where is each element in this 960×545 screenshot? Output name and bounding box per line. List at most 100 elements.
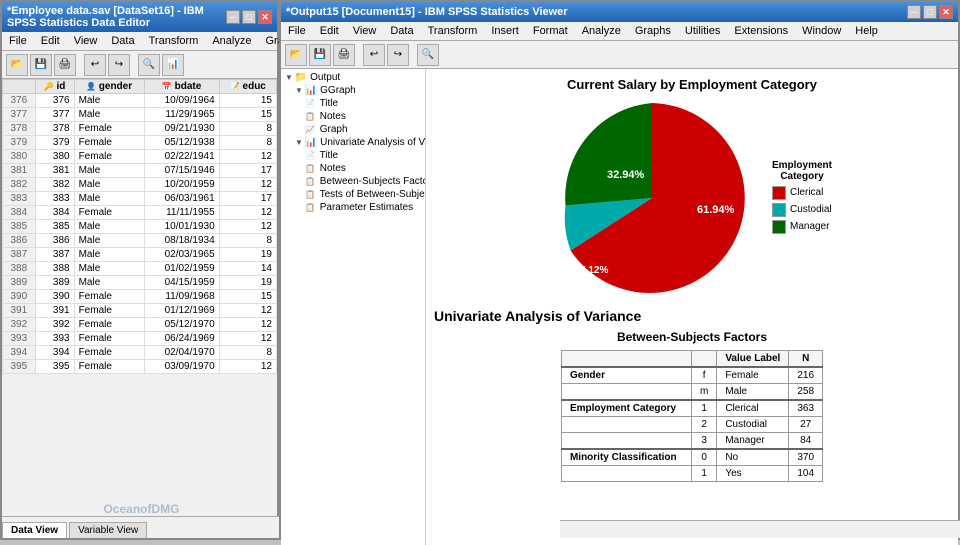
cell-id[interactable]: 381: [35, 164, 74, 178]
cell-educ[interactable]: 8: [219, 346, 276, 360]
cell-educ[interactable]: 14: [219, 262, 276, 276]
out-menu-window[interactable]: Window: [799, 24, 844, 38]
cell-educ[interactable]: 8: [219, 122, 276, 136]
cell-educ[interactable]: 12: [219, 332, 276, 346]
out-menu-transform[interactable]: Transform: [425, 24, 481, 38]
out-menu-format[interactable]: Format: [530, 24, 571, 38]
minimize-button[interactable]: ─: [226, 10, 240, 24]
cell-educ[interactable]: 15: [219, 290, 276, 304]
cell-educ[interactable]: 15: [219, 108, 276, 122]
redo-button[interactable]: ↪: [108, 54, 130, 76]
cell-educ[interactable]: 12: [219, 304, 276, 318]
tree-ggraph-notes[interactable]: 📋 Notes: [283, 110, 423, 123]
print-button[interactable]: 🖨: [54, 54, 76, 76]
col-header-educ[interactable]: 📝 educ: [219, 80, 276, 94]
menu-view[interactable]: View: [71, 34, 101, 48]
cell-bdate[interactable]: 03/09/1970: [144, 360, 219, 374]
cell-bdate[interactable]: 09/21/1930: [144, 122, 219, 136]
cell-id[interactable]: 377: [35, 108, 74, 122]
cell-gender[interactable]: Male: [74, 94, 144, 108]
tab-data-view[interactable]: Data View: [2, 522, 67, 538]
cell-gender[interactable]: Female: [74, 150, 144, 164]
cell-gender[interactable]: Male: [74, 108, 144, 122]
cell-id[interactable]: 395: [35, 360, 74, 374]
cell-id[interactable]: 383: [35, 192, 74, 206]
cell-gender[interactable]: Female: [74, 318, 144, 332]
close-button-out[interactable]: ✕: [939, 5, 953, 19]
cell-educ[interactable]: 8: [219, 136, 276, 150]
cell-bdate[interactable]: 10/09/1964: [144, 94, 219, 108]
cell-gender[interactable]: Female: [74, 122, 144, 136]
cell-bdate[interactable]: 11/09/1968: [144, 290, 219, 304]
cell-id[interactable]: 393: [35, 332, 74, 346]
menu-data[interactable]: Data: [108, 34, 137, 48]
out-save-btn[interactable]: 💾: [309, 44, 331, 66]
cell-educ[interactable]: 8: [219, 234, 276, 248]
cell-id[interactable]: 392: [35, 318, 74, 332]
menu-transform[interactable]: Transform: [146, 34, 202, 48]
menu-analyze[interactable]: Analyze: [209, 34, 254, 48]
cell-id[interactable]: 389: [35, 276, 74, 290]
out-menu-extensions[interactable]: Extensions: [731, 24, 791, 38]
tree-univariate[interactable]: ▼📊 Univariate Analysis of Variance: [283, 136, 423, 149]
cell-bdate[interactable]: 10/01/1930: [144, 220, 219, 234]
cell-educ[interactable]: 19: [219, 248, 276, 262]
out-find-btn[interactable]: 🔍: [417, 44, 439, 66]
cell-bdate[interactable]: 08/18/1934: [144, 234, 219, 248]
cell-bdate[interactable]: 11/29/1965: [144, 108, 219, 122]
cell-id[interactable]: 391: [35, 304, 74, 318]
open-button[interactable]: 📂: [6, 54, 28, 76]
out-menu-view[interactable]: View: [350, 24, 380, 38]
undo-button[interactable]: ↩: [84, 54, 106, 76]
cell-gender[interactable]: Male: [74, 178, 144, 192]
cell-bdate[interactable]: 05/12/1970: [144, 318, 219, 332]
tree-output[interactable]: ▼📁 Output: [283, 71, 423, 84]
cell-bdate[interactable]: 05/12/1938: [144, 136, 219, 150]
out-menu-help[interactable]: Help: [852, 24, 881, 38]
cell-gender[interactable]: Male: [74, 234, 144, 248]
cell-bdate[interactable]: 01/12/1969: [144, 304, 219, 318]
tree-univ-title[interactable]: 📄 Title: [283, 149, 423, 162]
out-open-btn[interactable]: 📂: [285, 44, 307, 66]
col-header-bdate[interactable]: 📅 bdate: [144, 80, 219, 94]
cell-educ[interactable]: 12: [219, 220, 276, 234]
tree-tests[interactable]: 📋 Tests of Between-Subjects: [283, 188, 423, 201]
cell-id[interactable]: 376: [35, 94, 74, 108]
out-menu-data[interactable]: Data: [387, 24, 416, 38]
cell-id[interactable]: 378: [35, 122, 74, 136]
cell-id[interactable]: 388: [35, 262, 74, 276]
out-undo-btn[interactable]: ↩: [363, 44, 385, 66]
cell-gender[interactable]: Female: [74, 304, 144, 318]
cell-id[interactable]: 386: [35, 234, 74, 248]
cell-gender[interactable]: Female: [74, 206, 144, 220]
cell-id[interactable]: 380: [35, 150, 74, 164]
tab-variable-view[interactable]: Variable View: [69, 522, 147, 538]
out-print-btn[interactable]: 🖨: [333, 44, 355, 66]
cell-id[interactable]: 379: [35, 136, 74, 150]
cell-gender[interactable]: Male: [74, 220, 144, 234]
cell-bdate[interactable]: 06/24/1969: [144, 332, 219, 346]
find-button[interactable]: 🔍: [138, 54, 160, 76]
cell-id[interactable]: 384: [35, 206, 74, 220]
cell-gender[interactable]: Female: [74, 290, 144, 304]
cell-educ[interactable]: 17: [219, 192, 276, 206]
out-menu-graphs[interactable]: Graphs: [632, 24, 674, 38]
cell-bdate[interactable]: 07/15/1946: [144, 164, 219, 178]
out-menu-edit[interactable]: Edit: [317, 24, 342, 38]
cell-bdate[interactable]: 02/04/1970: [144, 346, 219, 360]
out-menu-analyze[interactable]: Analyze: [579, 24, 624, 38]
cell-gender[interactable]: Male: [74, 276, 144, 290]
cell-educ[interactable]: 12: [219, 178, 276, 192]
cell-gender[interactable]: Female: [74, 360, 144, 374]
restore-button-out[interactable]: □: [923, 5, 937, 19]
out-menu-utilities[interactable]: Utilities: [682, 24, 723, 38]
cell-gender[interactable]: Female: [74, 346, 144, 360]
cell-gender[interactable]: Female: [74, 136, 144, 150]
tree-univ-notes[interactable]: 📋 Notes: [283, 162, 423, 175]
cell-educ[interactable]: 19: [219, 276, 276, 290]
cell-educ[interactable]: 15: [219, 94, 276, 108]
close-button[interactable]: ✕: [258, 10, 272, 24]
out-menu-insert[interactable]: Insert: [488, 24, 522, 38]
col-header-id[interactable]: 🔑 id: [35, 80, 74, 94]
cell-educ[interactable]: 12: [219, 150, 276, 164]
